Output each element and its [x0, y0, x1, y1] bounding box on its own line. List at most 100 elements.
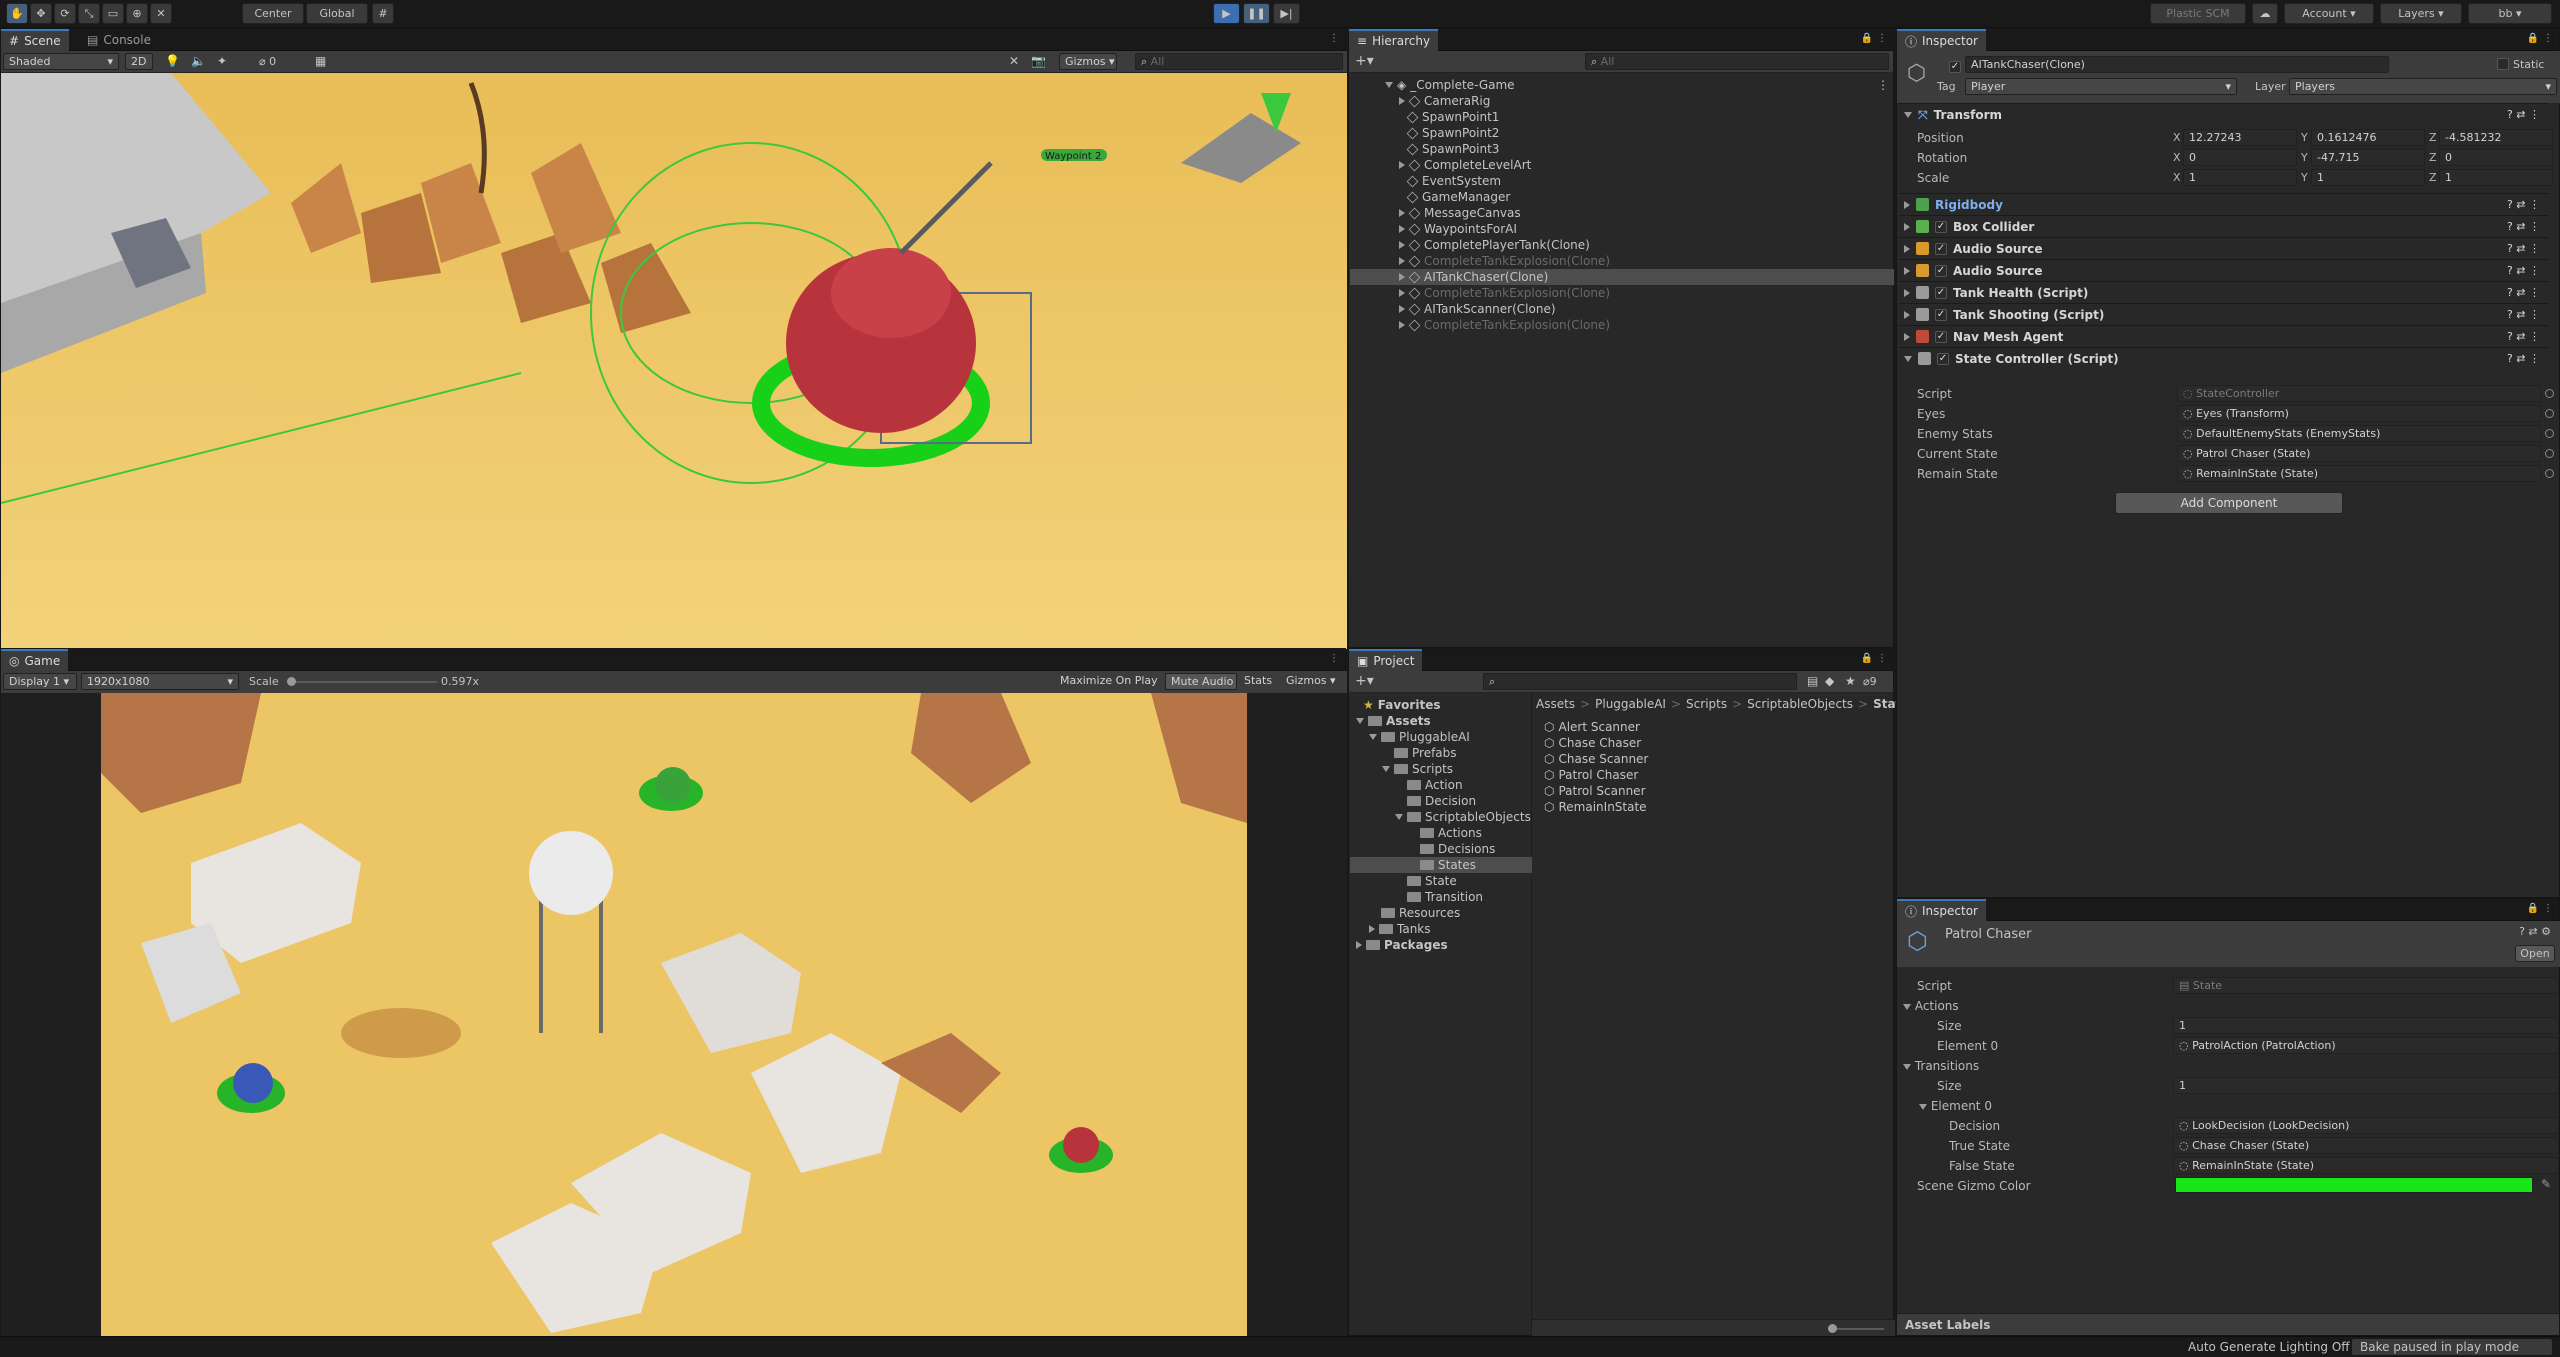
object-picker-icon[interactable]	[2545, 409, 2554, 418]
project-folder-row[interactable]: Tanks	[1350, 921, 1532, 937]
rotation-z-field[interactable]: 0	[2439, 149, 2553, 166]
layer-dropdown[interactable]: Players ▾	[2289, 78, 2557, 95]
project-folder-row[interactable]: States	[1350, 857, 1532, 873]
position-y-field[interactable]: 0.1612476	[2311, 129, 2425, 146]
hierarchy-item[interactable]: MessageCanvas	[1350, 205, 1894, 221]
breadcrumb-item[interactable]: Assets	[1536, 697, 1575, 713]
filter-type-icon[interactable]: ▤	[1807, 674, 1818, 688]
gizmo-color-swatch[interactable]	[2175, 1177, 2533, 1193]
tools-icon[interactable]: ✕	[1009, 54, 1019, 68]
component-help-settings-icon[interactable]: ? ⇄ ⋮	[2507, 198, 2540, 211]
asset-list-item[interactable]: ⬡ Chase Chaser	[1544, 735, 1641, 751]
script-field[interactable]: ▤ State	[2173, 977, 2559, 994]
lock-icon[interactable]: 🔒	[1861, 653, 1873, 664]
tab-inspector[interactable]: ⓘ Inspector	[1897, 29, 1986, 51]
inspector-menu-icon[interactable]: ⋮	[2543, 33, 2553, 44]
account-dropdown[interactable]: Account ▾	[2284, 3, 2374, 24]
hierarchy-item[interactable]: AITankChaser(Clone)	[1350, 269, 1894, 285]
tag-dropdown[interactable]: Player ▾	[1965, 78, 2237, 95]
asset-list-item[interactable]: ⬡ Chase Scanner	[1544, 751, 1648, 767]
project-folder-row[interactable]: Transition	[1350, 889, 1532, 905]
scale-x-field[interactable]: 1	[2183, 169, 2297, 186]
tab-inspector-2[interactable]: ⓘ Inspector	[1897, 899, 1986, 921]
asset-list-item[interactable]: ⬡ RemainInState	[1544, 799, 1647, 815]
object-picker-icon[interactable]	[2545, 469, 2554, 478]
eyedropper-icon[interactable]: ✎	[2541, 1177, 2551, 1191]
project-folder-row[interactable]: State	[1350, 873, 1532, 889]
actions-size-field[interactable]: 1	[2173, 1017, 2559, 1034]
component-header[interactable]: ✓ Box Collider ? ⇄ ⋮	[1898, 215, 2548, 237]
hierarchy-item[interactable]: SpawnPoint2	[1350, 125, 1894, 141]
component-header[interactable]: ✓ Audio Source ? ⇄ ⋮	[1898, 237, 2548, 259]
component-help-settings-icon[interactable]: ? ⇄ ⋮	[2507, 264, 2540, 277]
asset-header-icons[interactable]: ? ⇄ ⚙	[2519, 925, 2551, 938]
scene-gizmos-dropdown[interactable]: Gizmos ▾	[1059, 53, 1117, 70]
transitions-foldout[interactable]: Transitions	[1903, 1059, 1979, 1073]
scene-menu-icon[interactable]: ⋮	[1877, 78, 1889, 92]
game-viewport[interactable]	[101, 693, 1247, 1337]
project-folder-row[interactable]: PluggableAI	[1350, 729, 1532, 745]
component-enabled-checkbox[interactable]: ✓	[1935, 308, 1947, 321]
false-state-field[interactable]: ◌ RemainInState (State)	[2173, 1157, 2559, 1174]
scene-menu-icon[interactable]: ⋮	[1329, 33, 1339, 44]
hierarchy-search-input[interactable]: ⌕ All	[1585, 53, 1889, 70]
transform-header[interactable]: ⤧ Transform ? ⇄ ⋮	[1898, 103, 2548, 125]
component-enabled-checkbox[interactable]: ✓	[1935, 220, 1947, 233]
hierarchy-item[interactable]: SpawnPoint3	[1350, 141, 1894, 157]
tab-project[interactable]: ▣ Project	[1349, 649, 1423, 671]
global-space-button[interactable]: Global	[306, 3, 368, 24]
hierarchy-item[interactable]: EventSystem	[1350, 173, 1894, 189]
grid-icon[interactable]: ▦	[315, 54, 326, 68]
component-enabled-checkbox[interactable]: ✓	[1937, 352, 1949, 365]
scale-slider-thumb[interactable]	[287, 677, 296, 686]
favorites-row[interactable]: ★ Favorites	[1363, 697, 1440, 713]
audio-toggle-icon[interactable]: 🔈	[191, 54, 206, 68]
hierarchy-item[interactable]: AITankScanner(Clone)	[1350, 301, 1894, 317]
scene-viewport[interactable]: Waypoint 2	[1, 73, 1347, 649]
lock-icon[interactable]: 🔒	[1861, 33, 1873, 44]
state-controller-field-value[interactable]: ◌ DefaultEnemyStats (EnemyStats)	[2177, 425, 2541, 442]
breadcrumb-item[interactable]: ScriptableObjects	[1747, 697, 1853, 713]
icon-size-thumb[interactable]	[1828, 1324, 1837, 1333]
resolution-dropdown[interactable]: 1920x1080 ▾	[81, 673, 239, 690]
pivot-center-button[interactable]: Center	[242, 3, 304, 24]
custom-tool-icon[interactable]: ✕	[150, 3, 172, 24]
rect-tool-icon[interactable]: ▭	[102, 3, 124, 24]
scale-slider[interactable]	[287, 681, 437, 683]
rotation-x-field[interactable]: 0	[2183, 149, 2297, 166]
game-gizmos-dropdown[interactable]: Gizmos ▾	[1281, 673, 1343, 690]
active-checkbox[interactable]: ✓	[1949, 58, 1961, 73]
decision-field[interactable]: ◌ LookDecision (LookDecision)	[2173, 1117, 2559, 1134]
play-button[interactable]: ▶	[1213, 3, 1240, 24]
layout-dropdown[interactable]: bb ▾	[2468, 3, 2552, 24]
component-enabled-checkbox[interactable]: ✓	[1935, 286, 1947, 299]
asset-labels-bar[interactable]: Asset Labels	[1897, 1313, 2559, 1335]
object-picker-icon[interactable]	[2545, 429, 2554, 438]
hidden-packages-toggle[interactable]: ⌀9	[1863, 675, 1877, 688]
tab-hierarchy[interactable]: ≡ Hierarchy	[1349, 29, 1439, 51]
object-picker-icon[interactable]	[2545, 389, 2554, 398]
project-folder-row[interactable]: Assets	[1350, 713, 1532, 729]
component-help-settings-icon[interactable]: ? ⇄ ⋮	[2507, 286, 2540, 299]
state-controller-field-value[interactable]: ◌ StateController	[2177, 385, 2541, 402]
component-enabled-checkbox[interactable]: ✓	[1935, 264, 1947, 277]
component-help-settings-icon[interactable]: ? ⇄ ⋮	[2507, 242, 2540, 255]
open-button[interactable]: Open	[2515, 945, 2555, 962]
object-picker-icon[interactable]	[2545, 449, 2554, 458]
scene-search-input[interactable]: ⌕ All	[1135, 53, 1343, 70]
project-folder-row[interactable]: Actions	[1350, 825, 1532, 841]
component-header[interactable]: ✓ Tank Shooting (Script) ? ⇄ ⋮	[1898, 303, 2548, 325]
hierarchy-item[interactable]: SpawnPoint1	[1350, 109, 1894, 125]
project-folder-row[interactable]: Decision	[1350, 793, 1532, 809]
transitions-size-field[interactable]: 1	[2173, 1077, 2559, 1094]
layers-dropdown[interactable]: Layers ▾	[2380, 3, 2462, 24]
asset-list-item[interactable]: ⬡ Patrol Scanner	[1544, 783, 1646, 799]
hierarchy-item[interactable]: WaypointsForAI	[1350, 221, 1894, 237]
asset-list-item[interactable]: ⬡ Alert Scanner	[1544, 719, 1640, 735]
project-search-input[interactable]: ⌕	[1483, 673, 1797, 690]
scale-z-field[interactable]: 1	[2439, 169, 2553, 186]
state-controller-field-value[interactable]: ◌ RemainInState (State)	[2177, 465, 2541, 482]
tab-console[interactable]: ▤ Console	[79, 29, 159, 51]
step-button[interactable]: ▶|	[1273, 3, 1300, 24]
rotation-y-field[interactable]: -47.715	[2311, 149, 2425, 166]
